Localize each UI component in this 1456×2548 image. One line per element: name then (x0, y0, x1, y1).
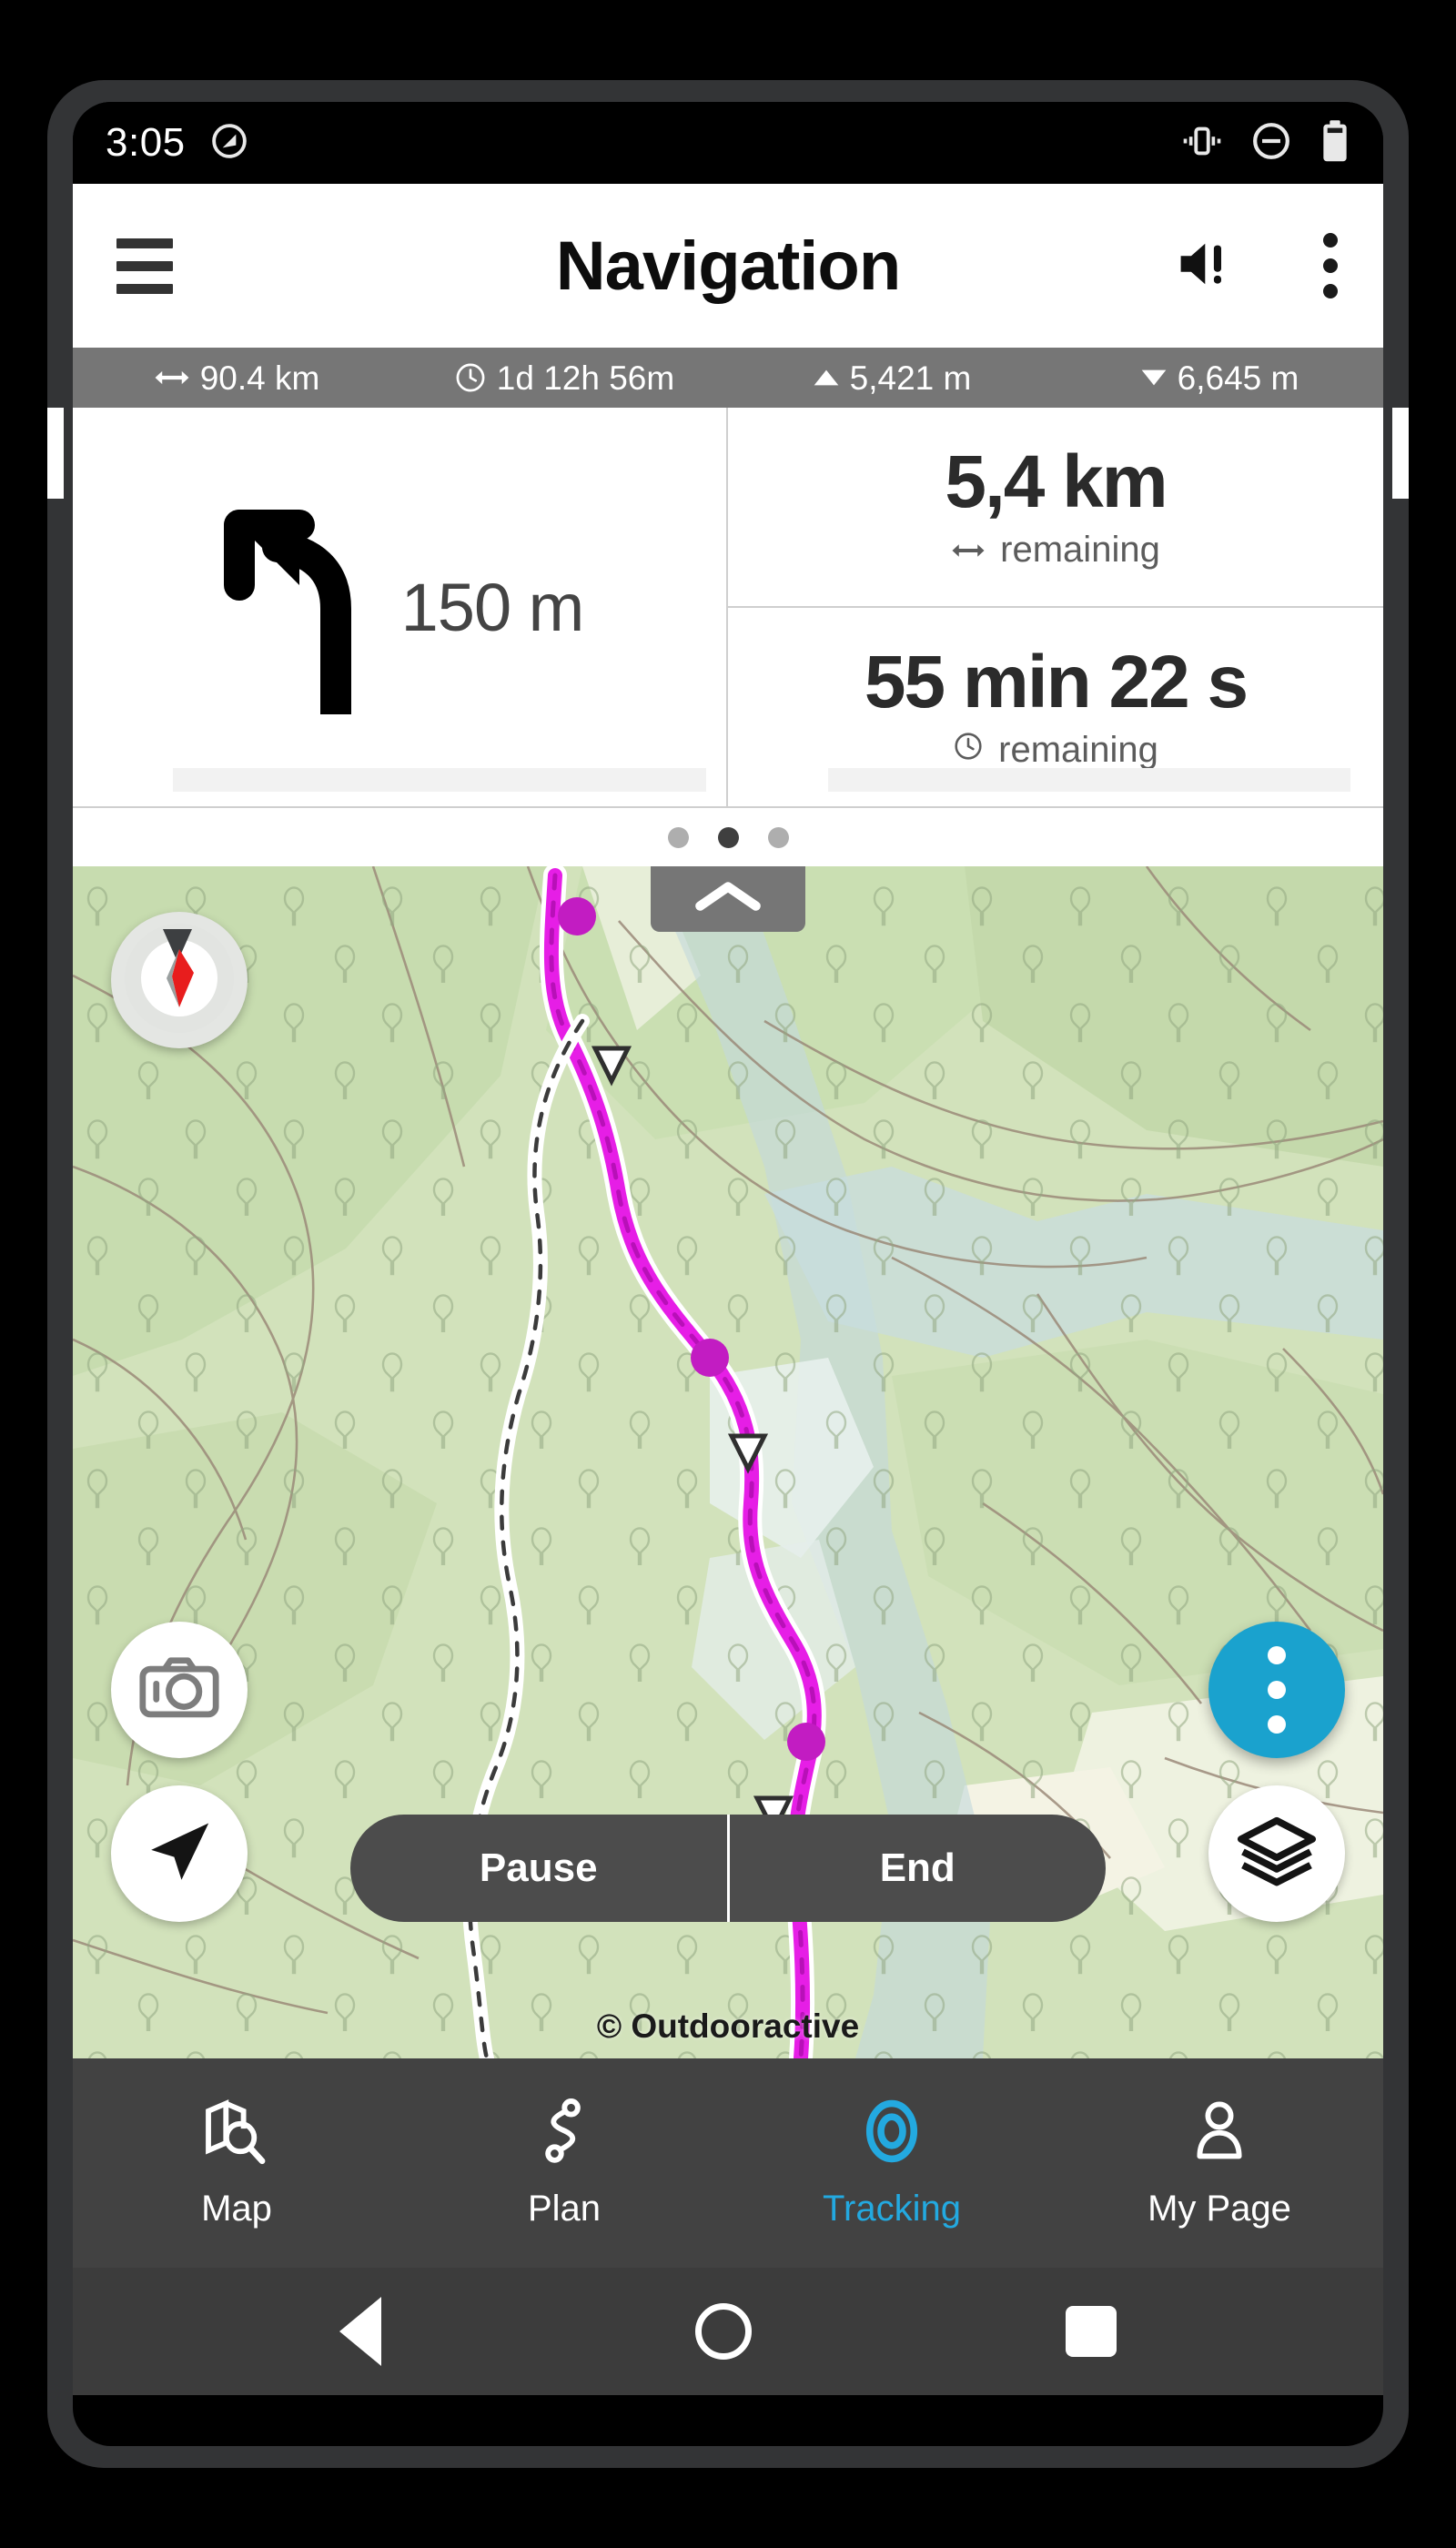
nav-tracking[interactable]: Tracking (728, 2097, 1056, 2230)
turn-instruction-panel[interactable]: 150 m 5,4 km remaining 55 min 22 s remai… (73, 408, 1383, 808)
kebab-dot (1323, 233, 1338, 248)
nav-tracking-label: Tracking (823, 2189, 961, 2229)
do-not-disturb-icon (1250, 120, 1292, 167)
stat-descent: 6,645 m (1056, 361, 1383, 395)
kebab-menu-icon (1268, 1646, 1286, 1734)
stat-ascent: 5,421 m (728, 361, 1056, 395)
maneuver-distance: 150 m (400, 569, 585, 645)
stat-duration-value: 1d 12h 56m (496, 359, 675, 397)
route-plan-icon (530, 2097, 599, 2170)
phone-frame: 3:05 Navigation 90.4 km 1d 12h 56m 5,421… (0, 0, 1456, 2548)
distance-icon (154, 365, 190, 390)
stat-descent-value: 6,645 m (1177, 359, 1299, 397)
turn-left-arrow-icon (216, 496, 379, 730)
nav-map[interactable]: Map (73, 2097, 400, 2230)
pager-dot[interactable] (667, 826, 689, 848)
pager-dot[interactable] (767, 826, 789, 848)
phone-screen: 3:05 Navigation 90.4 km 1d 12h 56m 5,421… (73, 102, 1383, 2446)
map-layers-button[interactable] (1208, 1785, 1345, 1922)
kebab-dot (1323, 258, 1338, 273)
recents-button[interactable] (1066, 2306, 1117, 2357)
stat-ascent-value: 5,421 m (849, 359, 972, 397)
compass-button[interactable] (111, 912, 248, 1048)
tracking-action-bar: Pause End (350, 1815, 1106, 1922)
nav-my-page-label: My Page (1148, 2189, 1291, 2229)
collapse-panel-button[interactable] (651, 866, 805, 932)
remaining-cells: 5,4 km remaining 55 min 22 s remaining (728, 408, 1383, 806)
remaining-time-label: remaining (998, 729, 1158, 770)
hamburger-line (116, 260, 173, 271)
camera-button[interactable] (111, 1622, 248, 1758)
clock-icon (953, 730, 984, 771)
remaining-distance-cell: 5,4 km remaining (728, 408, 1383, 606)
android-navigation-bar (73, 2268, 1383, 2395)
back-button[interactable] (339, 2297, 381, 2366)
remaining-time-value: 55 min 22 s (864, 641, 1249, 724)
bottom-navigation: Map Plan Tracking My Page (73, 2058, 1383, 2268)
map-search-icon (202, 2097, 271, 2170)
hamburger-menu-icon[interactable] (116, 238, 173, 294)
stat-duration: 1d 12h 56m (400, 361, 728, 395)
stat-distance-value: 90.4 km (199, 359, 320, 397)
locate-button[interactable] (111, 1785, 248, 1922)
fab-dot (1268, 1715, 1286, 1734)
navigation-arrow-icon (141, 1814, 217, 1895)
map-attribution: © Outdooractive (596, 2007, 860, 2045)
nav-my-page[interactable]: My Page (1056, 2097, 1383, 2230)
app-bar: Navigation (73, 184, 1383, 348)
nav-plan-label: Plan (527, 2189, 602, 2229)
status-clock: 3:05 (106, 120, 186, 165)
bezel-notch-right (1392, 408, 1409, 499)
maneuver-progress-bar (173, 768, 706, 792)
kebab-dot (1323, 284, 1338, 298)
circle-slash-icon (209, 121, 249, 166)
status-bar-right (1181, 119, 1350, 167)
maneuver-cell: 150 m (73, 408, 728, 806)
panel-pager[interactable] (73, 808, 1383, 866)
fab-dot (1268, 1646, 1286, 1664)
remaining-progress-bar (828, 768, 1350, 792)
bezel-notch-left (47, 408, 64, 499)
nav-map-label: Map (201, 2189, 272, 2229)
stat-distance: 90.4 km (73, 361, 400, 395)
chevron-up-icon (691, 876, 765, 923)
clock-icon (454, 361, 487, 394)
app-bar-actions (1172, 231, 1340, 301)
hamburger-line (116, 238, 173, 248)
remaining-distance-label: remaining (1000, 529, 1160, 570)
map-layers-icon (1235, 1814, 1319, 1895)
camera-icon (138, 1652, 220, 1729)
remaining-time-cell: 55 min 22 s remaining (728, 606, 1383, 806)
kebab-menu-icon[interactable] (1321, 233, 1340, 298)
status-bar-left: 3:05 (106, 120, 249, 166)
user-profile-icon (1185, 2097, 1254, 2170)
route-stats-bar: 90.4 km 1d 12h 56m 5,421 m 6,645 m (73, 348, 1383, 408)
end-button[interactable]: End (726, 1815, 1107, 1922)
map-view[interactable]: Pause End © Outdooractive (73, 866, 1383, 2058)
nav-plan[interactable]: Plan (400, 2097, 728, 2230)
pager-dot-active[interactable] (717, 826, 739, 848)
distance-icon (951, 530, 986, 571)
pause-button[interactable]: Pause (350, 1815, 727, 1922)
compass-icon (123, 922, 236, 1039)
hamburger-line (116, 283, 173, 294)
status-bar: 3:05 (73, 102, 1383, 184)
remaining-distance-value: 5,4 km (945, 440, 1168, 524)
descent-icon (1140, 367, 1168, 389)
fab-dot (1268, 1681, 1286, 1699)
home-button[interactable] (694, 2303, 752, 2360)
ascent-icon (813, 367, 840, 389)
vibrate-icon (1181, 120, 1223, 167)
battery-icon (1320, 119, 1350, 167)
remaining-distance-label-row: remaining (951, 530, 1160, 571)
tracking-target-icon (857, 2097, 926, 2170)
remaining-time-label-row: remaining (953, 730, 1158, 771)
volume-alert-icon[interactable] (1172, 231, 1238, 301)
map-more-actions-fab[interactable] (1208, 1622, 1345, 1758)
